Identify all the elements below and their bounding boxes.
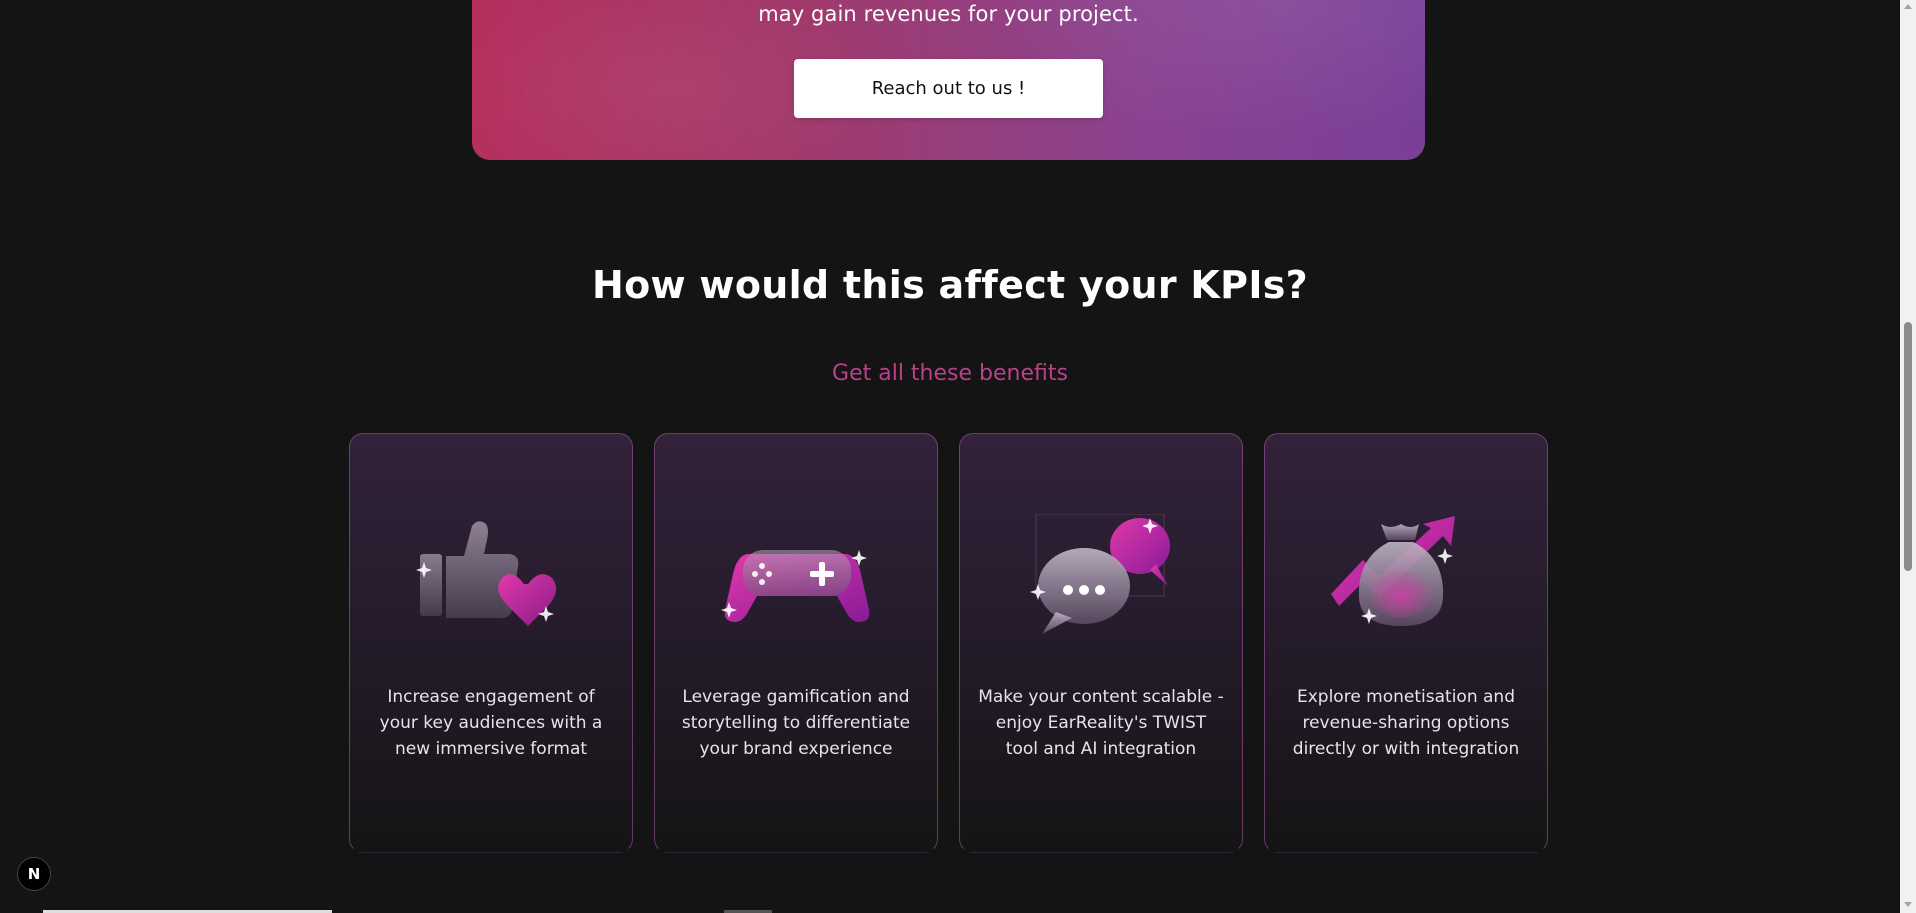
benefit-card-scalable: Make your content scalable - enjoy EarRe… [959, 433, 1243, 853]
nextjs-badge-button[interactable]: N [17, 857, 51, 891]
money-bag-growth-icon [1331, 516, 1455, 626]
chat-bubbles-icon [1030, 514, 1170, 634]
vertical-scrollbar[interactable] [1900, 0, 1916, 913]
benefit-card-engagement: Increase engagement of your key audience… [349, 433, 633, 853]
cta-text: may gain revenues for your project. [758, 2, 1139, 26]
scrollbar-thumb[interactable] [1904, 322, 1912, 571]
n-logo-icon: N [27, 865, 41, 883]
benefit-card-gamification: Leverage gamification and storytelling t… [654, 433, 938, 853]
page: may gain revenues for your project. Reac… [0, 0, 1900, 913]
benefits-cards: Increase engagement of your key audience… [349, 433, 1549, 853]
benefit-card-text: Explore monetisation and revenue-sharing… [1292, 687, 1520, 759]
kpi-subtitle: Get all these benefits [832, 361, 1068, 386]
cta-banner: may gain revenues for your project. Reac… [472, 0, 1425, 160]
scroll-up-icon[interactable] [1904, 4, 1912, 9]
benefit-card-text: Increase engagement of your key audience… [379, 687, 603, 759]
thumbs-up-heart-icon [416, 521, 557, 626]
kpi-heading: How would this affect your KPIs? [591, 263, 1309, 307]
reach-out-button[interactable]: Reach out to us ! [794, 59, 1103, 118]
game-controller-icon [721, 550, 870, 622]
benefit-card-monetisation: Explore monetisation and revenue-sharing… [1264, 433, 1548, 853]
benefit-card-text: Make your content scalable - enjoy EarRe… [978, 687, 1224, 759]
scroll-down-icon[interactable] [1904, 902, 1912, 907]
benefit-card-text: Leverage gamification and storytelling t… [681, 687, 911, 759]
